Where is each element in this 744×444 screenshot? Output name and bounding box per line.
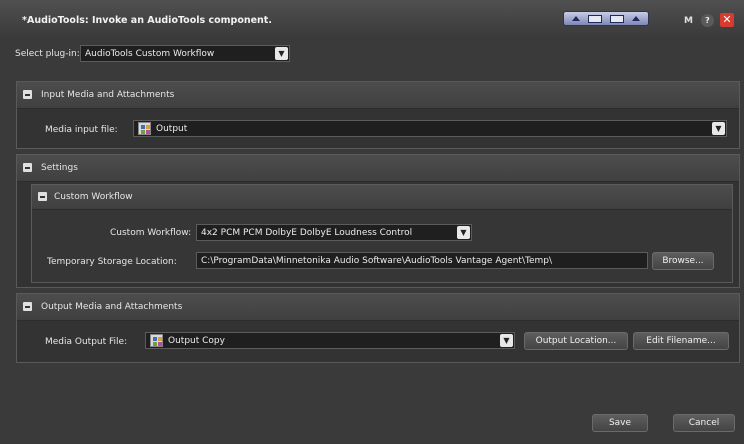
workflow-select-value: 4x2 PCM PCM DolbyE DolbyE Loudness Contr… bbox=[201, 227, 413, 238]
collapse-icon[interactable] bbox=[23, 90, 32, 99]
close-icon[interactable]: ✕ bbox=[720, 13, 734, 27]
collapse-icon[interactable] bbox=[23, 302, 32, 311]
browse-button[interactable]: Browse... bbox=[652, 252, 714, 270]
chevron-down-icon[interactable]: ▼ bbox=[712, 122, 725, 135]
media-output-select[interactable]: Output Copy ▼ bbox=[145, 332, 515, 349]
output-media-header[interactable]: Output Media and Attachments bbox=[17, 294, 739, 321]
view-controls[interactable] bbox=[563, 11, 649, 26]
edit-filename-button[interactable]: Edit Filename... bbox=[633, 332, 729, 350]
cancel-button[interactable]: Cancel bbox=[673, 414, 735, 432]
output-media-section: Output Media and Attachments Media Outpu… bbox=[16, 293, 740, 363]
media-output-label: Media Output File: bbox=[45, 337, 128, 347]
move-up-icon[interactable] bbox=[572, 16, 580, 21]
media-input-label: Media input file: bbox=[45, 125, 118, 135]
settings-title: Settings bbox=[41, 163, 78, 173]
settings-header[interactable]: Settings bbox=[17, 155, 739, 182]
collapse-icon[interactable] bbox=[23, 163, 32, 172]
custom-workflow-title: Custom Workflow bbox=[54, 192, 133, 202]
restore-icon[interactable] bbox=[588, 14, 602, 23]
storage-label: Temporary Storage Location: bbox=[47, 257, 177, 267]
move-up-icon-2[interactable] bbox=[632, 16, 640, 21]
collapse-icon[interactable] bbox=[38, 192, 47, 201]
chevron-down-icon[interactable]: ▼ bbox=[457, 226, 470, 239]
settings-section: Settings Custom Workflow Custom Workflow… bbox=[16, 154, 740, 288]
output-media-title: Output Media and Attachments bbox=[41, 302, 183, 312]
input-media-section: Input Media and Attachments Media input … bbox=[16, 81, 740, 149]
footer-bar: Save Cancel bbox=[10, 394, 739, 436]
media-file-icon bbox=[150, 334, 163, 347]
help-icon[interactable]: ? bbox=[701, 14, 714, 27]
title-bar: *AudioTools: Invoke an AudioTools compon… bbox=[0, 0, 744, 36]
window-title: *AudioTools: Invoke an AudioTools compon… bbox=[22, 15, 272, 26]
custom-workflow-header[interactable]: Custom Workflow bbox=[32, 185, 732, 210]
input-media-header[interactable]: Input Media and Attachments bbox=[17, 82, 739, 109]
custom-workflow-group: Custom Workflow Custom Workflow: 4x2 PCM… bbox=[31, 184, 733, 283]
workflow-label: Custom Workflow: bbox=[110, 228, 192, 238]
media-output-value: Output Copy bbox=[168, 335, 225, 346]
plugin-select-value: AudioTools Custom Workflow bbox=[85, 48, 215, 59]
save-button[interactable]: Save bbox=[592, 414, 648, 432]
storage-location-value: C:\ProgramData\Minnetonika Audio Softwar… bbox=[201, 255, 553, 266]
media-input-value: Output bbox=[156, 123, 188, 134]
media-file-icon bbox=[138, 122, 151, 135]
maximize-icon[interactable] bbox=[610, 14, 624, 23]
plugin-select[interactable]: AudioTools Custom Workflow ▼ bbox=[80, 45, 290, 62]
chevron-down-icon[interactable]: ▼ bbox=[500, 334, 513, 347]
chevron-down-icon[interactable]: ▼ bbox=[275, 47, 288, 60]
workflow-select[interactable]: 4x2 PCM PCM DolbyE DolbyE Loudness Contr… bbox=[196, 224, 472, 241]
media-input-select[interactable]: Output ▼ bbox=[133, 120, 727, 137]
plugin-label: Select plug-in: bbox=[15, 49, 80, 59]
output-location-button[interactable]: Output Location... bbox=[524, 332, 628, 350]
storage-location-field[interactable]: C:\ProgramData\Minnetonika Audio Softwar… bbox=[196, 252, 648, 269]
input-media-title: Input Media and Attachments bbox=[41, 90, 175, 100]
m-button[interactable]: M bbox=[684, 16, 693, 26]
